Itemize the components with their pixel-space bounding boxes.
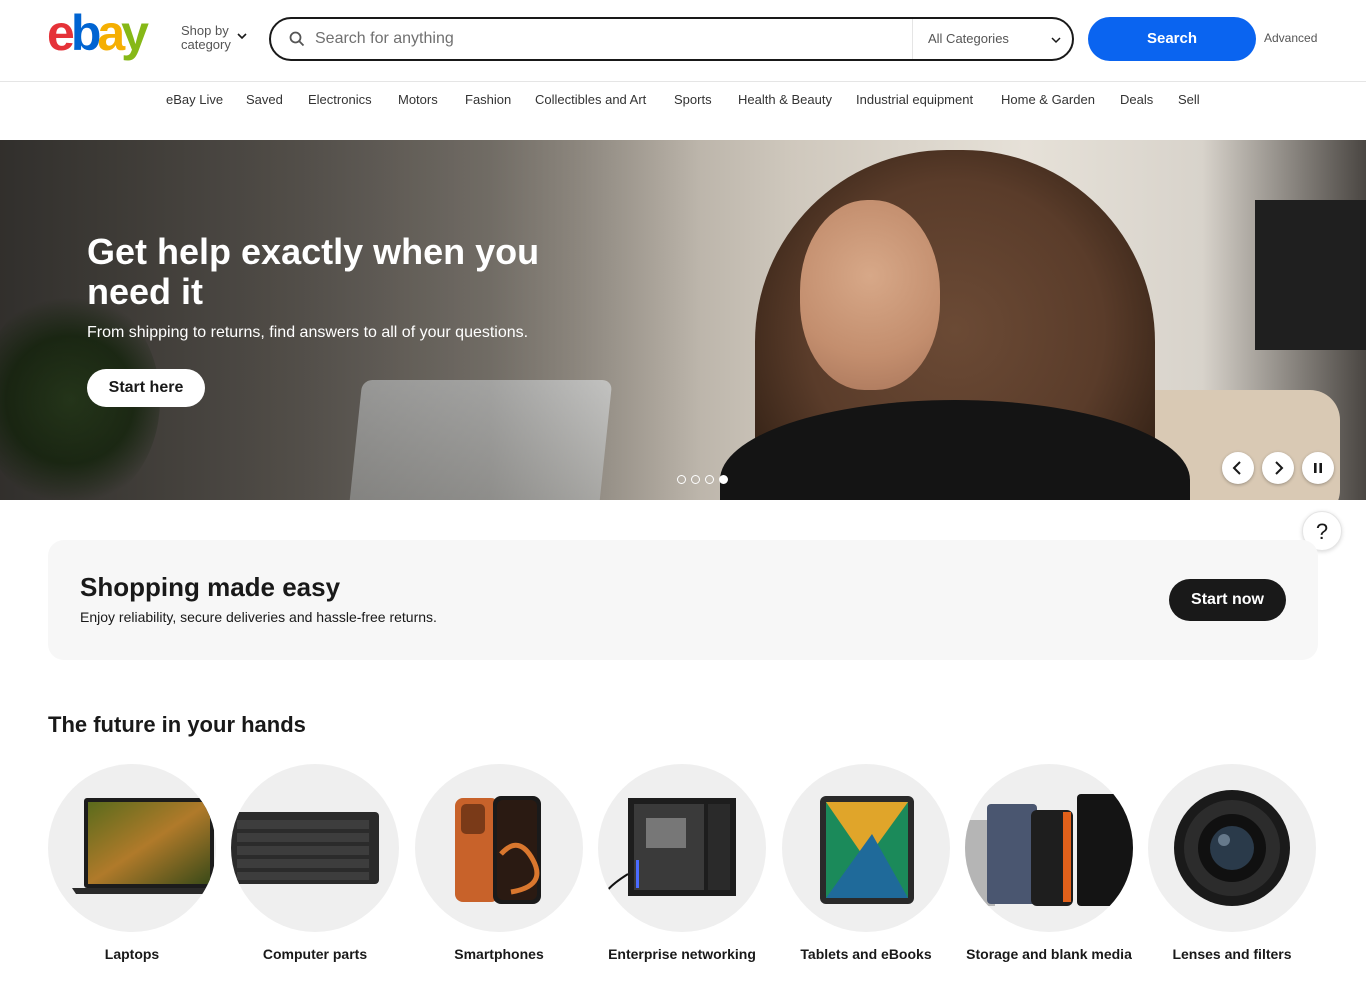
search-button[interactable]: Search <box>1088 17 1256 61</box>
carousel-dot[interactable] <box>705 475 714 484</box>
nav-item-health-beauty[interactable]: Health & Beauty <box>738 92 832 107</box>
tablet-icon <box>820 796 914 904</box>
category-label[interactable]: Smartphones <box>405 944 593 964</box>
shop-by-category-button[interactable]: Shop by category <box>181 24 241 52</box>
nav-item-sports[interactable]: Sports <box>674 92 712 107</box>
keyboard-icon <box>231 812 379 884</box>
search-bar: All Categories <box>269 17 1074 61</box>
hero-image-tv <box>1255 200 1366 350</box>
category-label[interactable]: Enterprise networking <box>588 944 776 964</box>
carousel-next-button[interactable] <box>1262 452 1294 484</box>
promo-title: Shopping made easy <box>80 572 341 602</box>
camera-lens-icon <box>1174 790 1290 906</box>
hero-overlay <box>0 140 700 500</box>
chevron-down-icon[interactable] <box>1050 34 1062 46</box>
smartphones-image[interactable] <box>415 764 583 932</box>
enterprise-networking-image[interactable] <box>598 764 766 932</box>
search-icon <box>289 31 305 47</box>
nav-item-collectibles[interactable]: Collectibles and Art <box>535 92 646 107</box>
nav-item-industrial[interactable]: Industrial equipment <box>856 92 973 107</box>
laptop-image[interactable] <box>48 764 216 932</box>
nav-item-electronics[interactable]: Electronics <box>308 92 372 107</box>
nav-item-ebay-live[interactable]: eBay Live <box>166 92 223 107</box>
start-here-button[interactable]: Start here <box>87 369 205 407</box>
carousel-dot-active[interactable] <box>719 475 728 484</box>
category-label[interactable]: Lenses and filters <box>1138 944 1326 964</box>
computer-parts-image[interactable] <box>231 764 399 932</box>
carousel-pause-button[interactable] <box>1302 452 1334 484</box>
hero-banner: Get help exactly when you need it From s… <box>0 140 1366 500</box>
category-nav: eBay Live Saved Electronics Motors Fashi… <box>0 82 1366 118</box>
advanced-search-link[interactable]: Advanced <box>1264 31 1317 45</box>
category-label[interactable]: Storage and blank media <box>955 944 1143 964</box>
hard-drive-icon <box>965 794 1133 906</box>
hero-title: Get help exactly when you need it <box>87 231 540 312</box>
carousel-prev-button[interactable] <box>1222 452 1254 484</box>
search-input[interactable] <box>315 27 905 51</box>
chevron-down-icon[interactable] <box>236 30 248 42</box>
divider <box>912 19 913 59</box>
category-label[interactable]: Computer parts <box>221 944 409 964</box>
nav-item-fashion[interactable]: Fashion <box>465 92 511 107</box>
laptop-icon <box>72 798 216 894</box>
nav-item-sell[interactable]: Sell <box>1178 92 1200 107</box>
promo-subtitle: Enjoy reliability, secure deliveries and… <box>80 609 437 625</box>
carousel-dot[interactable] <box>677 475 686 484</box>
category-label[interactable]: Tablets and eBooks <box>772 944 960 964</box>
header: ebay Shop by category All Categories Sea… <box>0 0 1366 82</box>
smartphone-icon <box>455 796 541 904</box>
nav-item-saved[interactable]: Saved <box>246 92 283 107</box>
start-now-button[interactable]: Start now <box>1169 579 1286 621</box>
nav-item-deals[interactable]: Deals <box>1120 92 1153 107</box>
lenses-image[interactable] <box>1148 764 1316 932</box>
section-title: The future in your hands <box>48 712 306 737</box>
nav-item-motors[interactable]: Motors <box>398 92 438 107</box>
tablets-image[interactable] <box>782 764 950 932</box>
chevron-left-icon <box>1232 461 1241 475</box>
storage-image[interactable] <box>965 764 1133 932</box>
category-select[interactable]: All Categories <box>928 31 1009 46</box>
hero-image-person-face <box>800 200 940 390</box>
pause-icon <box>1314 463 1322 473</box>
category-label[interactable]: Laptops <box>38 944 226 964</box>
ebay-logo[interactable]: ebay <box>47 8 149 58</box>
computer-tower-icon <box>605 798 736 896</box>
carousel-dot[interactable] <box>691 475 700 484</box>
chevron-right-icon <box>1275 461 1284 475</box>
shopping-made-easy-banner: Shopping made easy Enjoy reliability, se… <box>48 540 1318 660</box>
nav-item-home-garden[interactable]: Home & Garden <box>1001 92 1095 107</box>
hero-subtitle: From shipping to returns, find answers t… <box>87 324 529 341</box>
